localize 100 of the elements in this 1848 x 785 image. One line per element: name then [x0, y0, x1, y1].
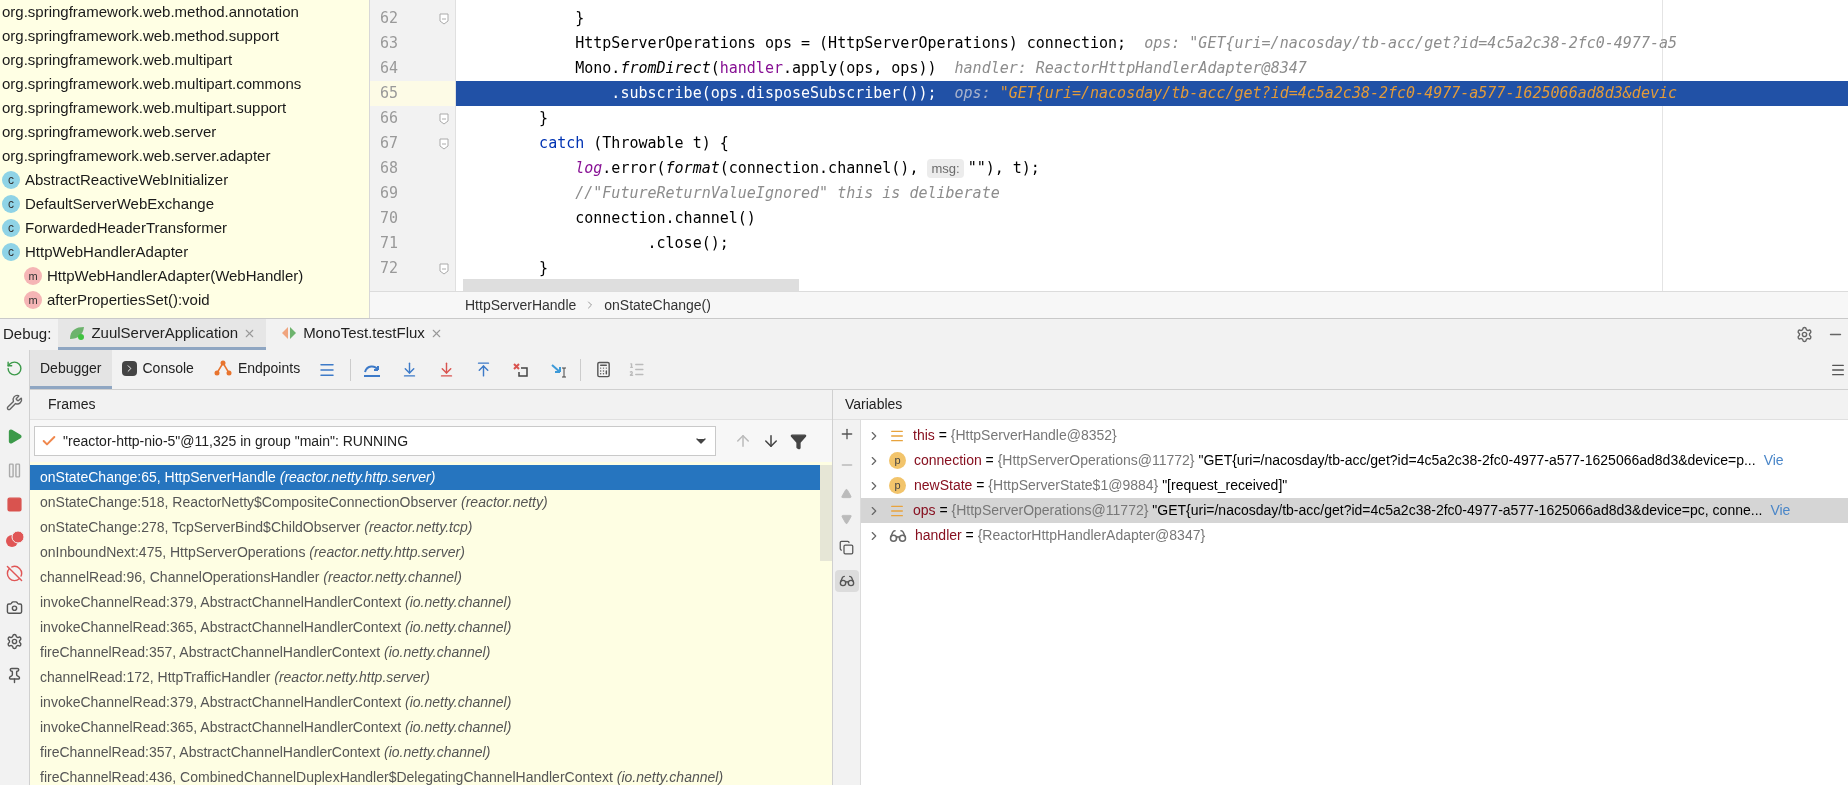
glasses-icon	[838, 573, 855, 589]
frame-item[interactable]: onStateChange:278, TcpServerBind$ChildObserver (reactor.netty.tcp)	[30, 515, 820, 540]
settings-icon[interactable]	[6, 633, 23, 650]
resume-icon[interactable]	[6, 428, 23, 445]
code-line: catch (Throwable t) {	[538, 133, 730, 155]
code-line: .close();	[646, 233, 730, 255]
thread-dropdown[interactable]: "reactor-http-nio-5"@11,325 in group "main": RUNNING	[34, 426, 716, 456]
breadcrumb-item[interactable]: onStateChange()	[604, 294, 711, 316]
calculator-icon[interactable]	[595, 361, 613, 378]
tree-item[interactable]: org.springframework.web.multipart.commons	[2, 72, 302, 96]
down-arrow-icon[interactable]	[762, 432, 780, 450]
code-line: }	[538, 108, 550, 130]
filter-icon[interactable]	[790, 432, 807, 450]
frame-item[interactable]: fireChannelRead:357, AbstractChannelHandlerContext (io.netty.channel)	[30, 640, 820, 665]
tree-item[interactable]: DefaultServerWebExchange	[25, 192, 214, 216]
line-number: 68	[380, 158, 399, 180]
line-number: 67	[380, 133, 399, 155]
tree-item[interactable]: afterPropertiesSet():void	[47, 288, 210, 312]
code-line: log.error(format(connection.channel(), msg: ""), t);	[574, 157, 1041, 181]
view-link[interactable]: Vie	[1763, 450, 1784, 471]
param-icon: p	[889, 477, 906, 494]
param-icon: p	[889, 452, 906, 469]
debugger-tab[interactable]: Console	[111, 350, 204, 389]
class-icon: c	[2, 219, 20, 237]
tree-item[interactable]: org.springframework.web.server.adapter	[2, 144, 271, 168]
pause-icon[interactable]	[6, 462, 23, 479]
variable-row[interactable]: ops = {HttpServerOperations@11772} "GET{uri=/nacosday/tb-acc/get?id=4c5a2c38-2fc0-4977-a577-1625066ad8d3&device=pc, conne... Vie	[861, 498, 1848, 523]
tree-item[interactable]: org.springframework.web.multipart.support	[2, 96, 287, 120]
frame-item[interactable]: onInboundNext:475, HttpServerOperations (reactor.netty.http.server)	[30, 540, 820, 565]
panel-title: Frames	[48, 395, 96, 414]
variable-text: ops = {HttpServerOperations@11772} "GET{uri=/nacosday/tb-acc/get?id=4c5a2c38-2fc0-4977-a577-1625066ad8d3&device=pc, conne...	[913, 501, 1763, 520]
debug-label: Debug:	[2, 324, 53, 345]
tree-item[interactable]: org.springframework.web.method.support	[2, 24, 279, 48]
frame-item[interactable]: channelRead:96, ChannelOperationsHandler (reactor.netty.channel)	[30, 565, 820, 590]
code-line: Mono.fromDirect(handler.apply(ops, ops)) handler: ReactorHttpHandlerAdapter@8347	[574, 58, 1308, 80]
code-line: }	[574, 8, 586, 30]
line-number: 66	[380, 108, 399, 130]
tree-item[interactable]: org.springframework.web.method.annotation	[2, 0, 299, 24]
variable-text: this = {HttpServerHandle@8352}	[913, 426, 1117, 445]
variable-text: handler = {ReactorHttpHandlerAdapter@8347}	[915, 526, 1206, 545]
variable-row[interactable]: p newState = {HttpServerState$1@9884} "[request_received]"	[861, 473, 1848, 498]
frame-item[interactable]: channelRead:172, HttpTrafficHandler (reactor.netty.http.server)	[30, 665, 820, 690]
line-number: 70	[380, 208, 399, 230]
tree-item[interactable]: org.springframework.web.server	[2, 120, 217, 144]
variable-row[interactable]: p connection = {HttpServerOperations@11772} "GET{uri=/nacosday/tb-acc/get?id=4c5a2c38-2fc0-4977-a577-1625066ad8d3&device=p... Vie	[861, 448, 1848, 473]
drop-frame-icon[interactable]	[512, 361, 531, 378]
settings-icon[interactable]	[1796, 326, 1813, 343]
variable-row[interactable]: handler = {ReactorHttpHandlerAdapter@8347}	[861, 523, 1848, 548]
code-line: connection.channel()	[574, 208, 757, 230]
wrench-icon[interactable]	[6, 394, 23, 411]
breadcrumb-item[interactable]: HttpServerHandle	[465, 294, 577, 316]
debugger-tab[interactable]: Debugger	[30, 350, 112, 389]
stop-icon[interactable]	[6, 496, 23, 513]
class-icon: c	[2, 243, 20, 261]
line-number: 71	[380, 233, 399, 255]
scrollbar-thumb[interactable]	[820, 465, 832, 561]
session-tab[interactable]: MonoTest.testFlux	[270, 319, 453, 350]
code-line: }	[538, 258, 550, 280]
frame-item[interactable]: onStateChange:518, ReactorNetty$CompositeConnectionObserver (reactor.netty)	[30, 490, 820, 515]
tree-item[interactable]: HttpWebHandlerAdapter(WebHandler)	[47, 264, 304, 288]
copy-icon[interactable]	[839, 540, 854, 555]
fold-marker-icon[interactable]	[439, 112, 449, 125]
session-tab[interactable]: ZuulServerApplication	[58, 319, 267, 350]
frame-item[interactable]: onStateChange:65, HttpServerHandle (reactor.netty.http.server)	[30, 465, 820, 490]
frame-item[interactable]: fireChannelRead:436, CombinedChannelDuplexHandler$DelegatingChannelHandlerContext (io.netty.channel)	[30, 765, 820, 785]
frame-item[interactable]: invokeChannelRead:365, AbstractChannelHandlerContext (io.netty.channel)	[30, 615, 820, 640]
panel-title: Variables	[845, 395, 903, 414]
run-to-cursor-icon[interactable]	[550, 361, 569, 378]
frame-item[interactable]: invokeChannelRead:379, AbstractChannelHandlerContext (io.netty.channel)	[30, 690, 820, 715]
variable-row[interactable]: this = {HttpServerHandle@8352}	[861, 423, 1848, 448]
method-icon: m	[24, 291, 42, 309]
diamond-arrows-icon	[280, 325, 299, 341]
fold-marker-icon[interactable]	[439, 137, 449, 150]
leaf-icon	[68, 325, 87, 341]
rerun-icon[interactable]	[6, 360, 23, 377]
frame-item[interactable]: invokeChannelRead:365, AbstractChannelHandlerContext (io.netty.channel)	[30, 715, 820, 740]
variable-text: newState = {HttpServerState$1@9884} "[request_received]"	[914, 476, 1288, 495]
tree-item[interactable]: AbstractReactiveWebInitializer	[25, 168, 229, 192]
code-line: HttpServerOperations ops = (HttpServerOperations) connection; ops: "GET{uri=/nacosday/tb-acc/get?id=4c5a2c38-2fc0-4977-a5	[574, 33, 1678, 55]
tree-item[interactable]: ForwardedHeaderTransformer	[25, 216, 228, 240]
tree-item[interactable]: org.springframework.web.multipart	[2, 48, 233, 72]
code-line: //"FutureReturnValueIgnored" this is deliberate	[574, 183, 1001, 205]
line-number: 65	[380, 83, 399, 105]
line-number: 72	[380, 258, 399, 280]
debugger-tab[interactable]: Endpoints	[203, 350, 311, 389]
pin-icon[interactable]	[6, 667, 23, 684]
class-icon: c	[2, 171, 20, 189]
fold-marker-icon[interactable]	[439, 12, 449, 25]
fold-marker-icon[interactable]	[439, 262, 449, 275]
line-number: 64	[380, 58, 399, 80]
mute-breakpoints-icon[interactable]	[6, 565, 23, 582]
tree-item[interactable]: HttpWebHandlerAdapter	[25, 240, 189, 264]
breakpoints-icon[interactable]	[4, 530, 25, 548]
camera-icon[interactable]	[6, 599, 23, 616]
frame-item[interactable]: fireChannelRead:357, AbstractChannelHandlerContext (io.netty.channel)	[30, 740, 820, 765]
watches-toggle[interactable]	[834, 570, 859, 592]
frame-item[interactable]: invokeChannelRead:379, AbstractChannelHandlerContext (io.netty.channel)	[30, 590, 820, 615]
method-icon: m	[24, 267, 42, 285]
horizontal-scrollbar[interactable]	[463, 279, 799, 291]
line-number: 62	[380, 8, 399, 30]
